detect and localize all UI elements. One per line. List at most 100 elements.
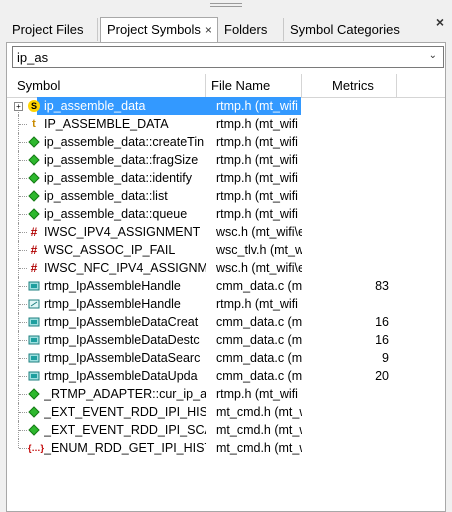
file-name: rtmp.h (mt_wifi	[216, 207, 298, 221]
symbol-row[interactable]: _EXT_EVENT_RDD_IPI_HIST:: mt_cmd.h (mt_w	[7, 403, 445, 421]
tree-line	[19, 340, 27, 341]
member-icon	[28, 406, 40, 418]
file-name: rtmp.h (mt_wifi	[216, 189, 298, 203]
member-icon	[28, 154, 40, 166]
macro-icon: #	[30, 261, 38, 275]
member-icon	[28, 172, 40, 184]
file-name: wsc.h (mt_wifi\e	[216, 261, 302, 275]
member-icon	[28, 388, 40, 400]
symbol-row[interactable]: rtmp_IpAssembleDataCreat cmm_data.c (m 16	[7, 313, 445, 331]
symbol-row[interactable]: # WSC_ASSOC_IP_FAIL wsc_tlv.h (mt_w	[7, 241, 445, 259]
tab-project-files[interactable]: Project Files	[6, 18, 98, 41]
tree-line	[19, 322, 27, 323]
column-metrics[interactable]: Metrics	[302, 74, 397, 97]
tree-line	[18, 439, 19, 448]
symbol-name: rtmp_IpAssembleDataDestc	[44, 333, 200, 347]
expand-icon[interactable]: +	[14, 102, 23, 111]
tree-line	[19, 160, 27, 161]
tab-label: Symbol Categories	[290, 22, 400, 37]
symbol-list: + Sip_assemble_data rtmp.h (mt_wifi t IP_ASS…	[7, 97, 445, 457]
metrics-value: 16	[375, 315, 389, 329]
symbol-name: _ENUM_RDD_GET_IPI_HIST_	[44, 441, 206, 455]
symbol-row[interactable]: + Sip_assemble_data rtmp.h (mt_wifi	[7, 97, 445, 115]
file-name: rtmp.h (mt_wifi	[216, 135, 298, 149]
file-name: cmm_data.c (m	[216, 351, 302, 365]
symbol-name: ip_assemble_data::fragSize	[44, 153, 199, 167]
tree-line	[19, 286, 27, 287]
struct-icon: S	[28, 100, 40, 112]
symbol-name: ip_assemble_data::list	[44, 189, 168, 203]
tree-line	[19, 250, 27, 251]
symbol-search-input[interactable]	[17, 49, 417, 65]
function-icon	[28, 352, 40, 364]
symbol-row[interactable]: rtmp_IpAssembleHandle cmm_data.c (m 83	[7, 277, 445, 295]
enum-icon: {…}	[28, 443, 45, 453]
symbol-name: rtmp_IpAssembleHandle	[44, 279, 181, 293]
function-icon	[28, 370, 40, 382]
symbol-name: ip_assemble_data	[44, 99, 146, 113]
tree-line	[19, 358, 27, 359]
symbol-row[interactable]: ip_assemble_data::identify rtmp.h (mt_wif…	[7, 169, 445, 187]
symbol-row[interactable]: rtmp_IpAssembleDataSearc cmm_data.c (m 9	[7, 349, 445, 367]
symbol-name: ip_assemble_data::identify	[44, 171, 193, 185]
chevron-down-icon[interactable]: ⌄	[429, 50, 437, 61]
symbol-name: rtmp_IpAssembleDataSearc	[44, 351, 201, 365]
file-name: cmm_data.c (m	[216, 369, 302, 383]
metrics-value: 16	[375, 333, 389, 347]
file-name: mt_cmd.h (mt_w	[216, 405, 302, 419]
symbol-row[interactable]: t IP_ASSEMBLE_DATA rtmp.h (mt_wifi	[7, 115, 445, 133]
column-symbol[interactable]: Symbol	[7, 74, 206, 97]
member-icon	[28, 424, 40, 436]
file-name: rtmp.h (mt_wifi	[216, 297, 298, 311]
symbol-row[interactable]: _RTMP_ADAPTER::cur_ip_ass rtmp.h (mt_wifi	[7, 385, 445, 403]
symbol-row[interactable]: ip_assemble_data::queue rtmp.h (mt_wifi	[7, 205, 445, 223]
tab-label: Folders	[224, 22, 268, 37]
tab-close-icon[interactable]: ×	[205, 23, 212, 37]
tab-symbol-categories[interactable]: Symbol Categories	[284, 18, 412, 41]
tree-line	[19, 142, 27, 143]
symbol-row[interactable]: {…} _ENUM_RDD_GET_IPI_HIST_ mt_cmd.h (mt_w	[7, 439, 445, 457]
symbol-search-combobox[interactable]: ⌄	[12, 46, 444, 68]
file-name: cmm_data.c (m	[216, 279, 302, 293]
prototype-icon	[28, 298, 40, 310]
tab-project-symbols[interactable]: Project Symbols ×	[100, 17, 218, 42]
metrics-value: 9	[382, 351, 389, 365]
symbol-row[interactable]: ip_assemble_data::list rtmp.h (mt_wifi	[7, 187, 445, 205]
symbol-row[interactable]: rtmp_IpAssembleDataDestc cmm_data.c (m 16	[7, 331, 445, 349]
tree-line	[19, 448, 27, 449]
file-name: wsc.h (mt_wifi\e	[216, 225, 302, 239]
symbol-row[interactable]: # IWSC_IPV4_ASSIGNMENT wsc.h (mt_wifi\e	[7, 223, 445, 241]
tree-line	[19, 268, 27, 269]
function-icon	[28, 280, 40, 292]
symbol-row[interactable]: ip_assemble_data::fragSize rtmp.h (mt_wif…	[7, 151, 445, 169]
tree-line	[19, 304, 27, 305]
symbol-row[interactable]: rtmp_IpAssembleDataUpda cmm_data.c (m 20	[7, 367, 445, 385]
symbol-name: ip_assemble_data::createTin	[44, 135, 205, 149]
tab-label: Project Files	[12, 22, 84, 37]
symbol-name: ip_assemble_data::queue	[44, 207, 188, 221]
symbol-row[interactable]: # IWSC_NFC_IPV4_ASSIGNME wsc.h (mt_wifi\e	[7, 259, 445, 277]
tree-line	[19, 430, 27, 431]
symbol-row[interactable]: ip_assemble_data::createTin rtmp.h (mt_wi…	[7, 133, 445, 151]
symbol-name: WSC_ASSOC_IP_FAIL	[44, 243, 176, 257]
symbol-name: IWSC_NFC_IPV4_ASSIGNME	[44, 261, 206, 275]
symbol-row[interactable]: _EXT_EVENT_RDD_IPI_SCAN mt_cmd.h (mt_w	[7, 421, 445, 439]
symbol-row[interactable]: rtmp_IpAssembleHandle rtmp.h (mt_wifi	[7, 295, 445, 313]
file-name: rtmp.h (mt_wifi	[216, 153, 298, 167]
typedef-icon: t	[32, 118, 36, 130]
tree-line	[19, 232, 27, 233]
tab-bar: Project Files Project Symbols × Folders S…	[6, 17, 426, 42]
panel-grip[interactable]	[210, 3, 242, 9]
file-name: rtmp.h (mt_wifi	[216, 171, 298, 185]
file-name: rtmp.h (mt_wifi	[216, 117, 298, 131]
file-name: cmm_data.c (m	[216, 333, 302, 347]
metrics-value: 83	[375, 279, 389, 293]
tab-folders[interactable]: Folders	[218, 18, 284, 41]
tree-line	[19, 394, 27, 395]
file-name: mt_cmd.h (mt_w	[216, 423, 302, 437]
member-icon	[28, 208, 40, 220]
column-file-name[interactable]: File Name	[206, 74, 302, 97]
close-panel-icon[interactable]: ×	[436, 14, 444, 30]
tree-line	[19, 196, 27, 197]
member-icon	[28, 190, 40, 202]
